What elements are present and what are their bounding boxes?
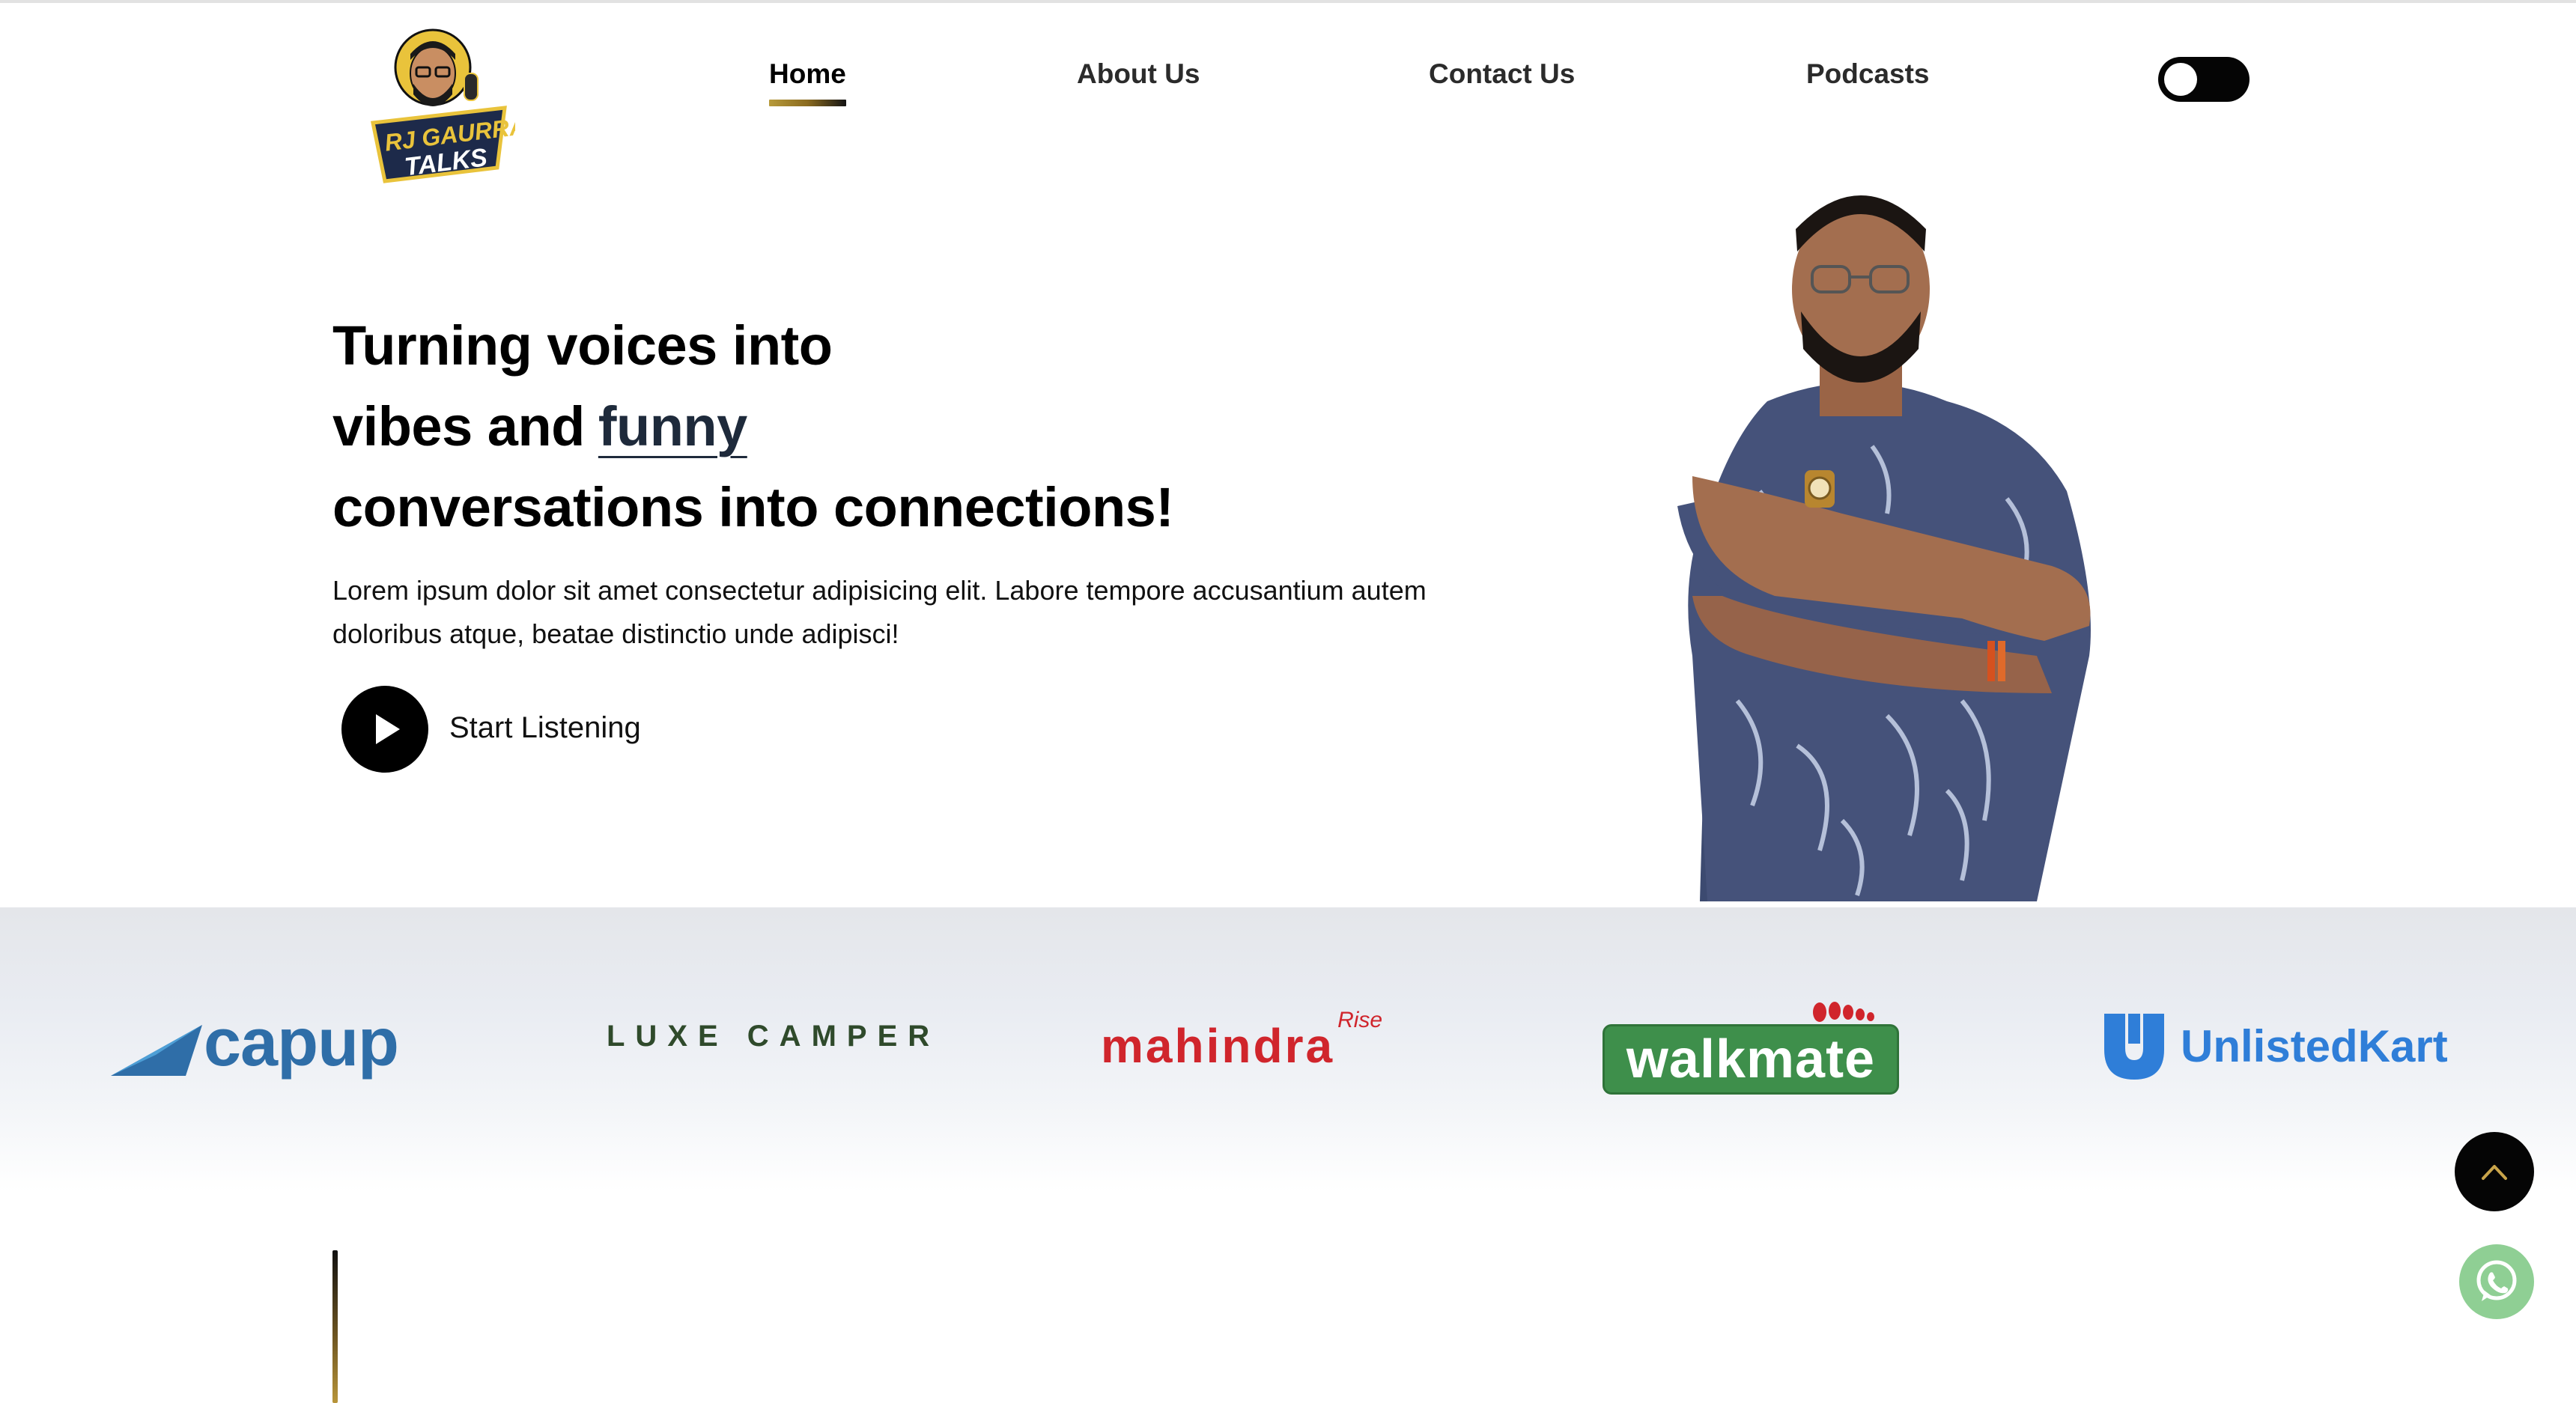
section-heading-bar bbox=[332, 1250, 338, 1403]
chevron-up-icon bbox=[2482, 1165, 2507, 1180]
hero-description: Lorem ipsum dolor sit amet consectetur a… bbox=[332, 575, 1427, 649]
headline-highlight: funny bbox=[598, 395, 747, 457]
toggle-switch-icon bbox=[2164, 63, 2197, 96]
capup-logo-icon bbox=[111, 1024, 202, 1076]
headline-line2: vibes and bbox=[332, 395, 585, 457]
scroll-to-top-button[interactable] bbox=[2455, 1132, 2534, 1211]
brand-unlistedkart[interactable]: UnlistedKart bbox=[2100, 1011, 2448, 1081]
nav-about-us[interactable]: About Us bbox=[1077, 58, 1200, 90]
footprint-icon bbox=[1813, 1002, 1874, 1022]
brand-walkmate[interactable]: walkmate bbox=[1603, 999, 1899, 1095]
theme-toggle[interactable] bbox=[2158, 57, 2250, 102]
site-logo[interactable]: RJ GAURRAV TALKS bbox=[358, 21, 544, 192]
host-photo bbox=[1647, 177, 2157, 901]
nav-home[interactable]: Home bbox=[769, 58, 846, 106]
nav-about-label: About Us bbox=[1077, 58, 1200, 89]
nav-podcasts[interactable]: Podcasts bbox=[1806, 58, 1930, 90]
brand-mahindra[interactable]: mahindra Rise bbox=[1101, 1008, 1382, 1074]
brand-walkmate-name: walkmate bbox=[1626, 1029, 1876, 1089]
hero-headline: Turning voices into vibes and funny conve… bbox=[332, 305, 1531, 548]
nav-active-indicator bbox=[769, 100, 846, 106]
brand-mahindra-name: mahindra bbox=[1101, 1019, 1335, 1073]
whatsapp-button[interactable] bbox=[2459, 1244, 2534, 1319]
nav-contact-us[interactable]: Contact Us bbox=[1429, 58, 1575, 90]
brand-luxe-camper-name: LUXE CAMPER bbox=[607, 1020, 941, 1053]
whatsapp-icon bbox=[2476, 1260, 2517, 1301]
brand-unlistedkart-name: UnlistedKart bbox=[2181, 1020, 2448, 1071]
start-listening-button[interactable] bbox=[341, 686, 428, 773]
headline-line1: Turning voices into bbox=[332, 314, 833, 377]
nav-home-label: Home bbox=[769, 58, 846, 89]
brand-mahindra-tag: Rise bbox=[1337, 1008, 1383, 1032]
nav-contact-label: Contact Us bbox=[1429, 58, 1576, 89]
play-icon bbox=[376, 714, 400, 744]
nav-podcasts-label: Podcasts bbox=[1806, 58, 1930, 89]
brand-luxe-camper[interactable]: LUXE CAMPER bbox=[607, 1020, 940, 1053]
unlistedkart-logo-icon bbox=[2104, 1014, 2164, 1080]
walkmate-badge: walkmate bbox=[1603, 1024, 1899, 1095]
brand-capup[interactable]: capup bbox=[111, 1005, 399, 1082]
brand-capup-name: capup bbox=[204, 1005, 399, 1080]
headline-line3: conversations into connections! bbox=[332, 476, 1174, 538]
start-listening-label[interactable]: Start Listening bbox=[449, 711, 641, 745]
top-border bbox=[0, 0, 2576, 3]
